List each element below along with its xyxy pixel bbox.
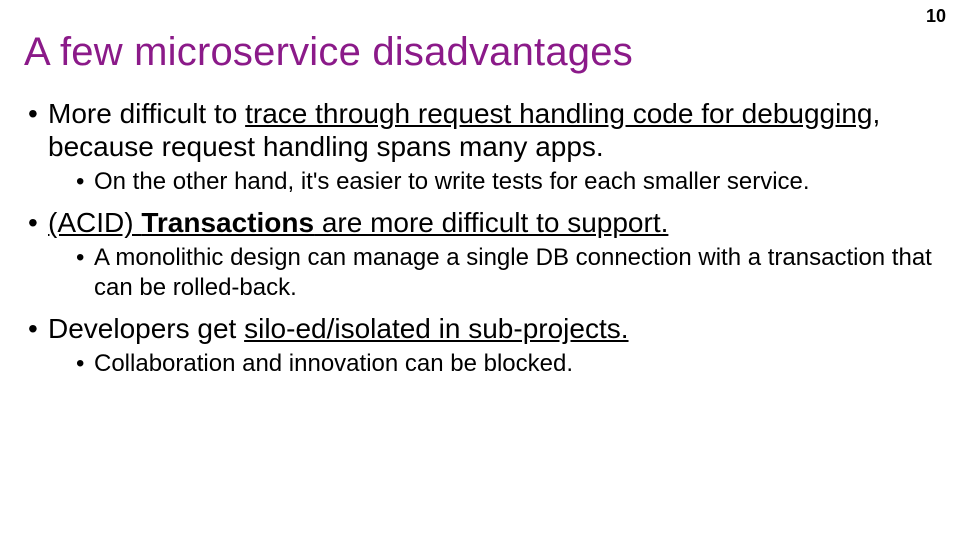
bullet-item: More difficult to trace through request … bbox=[24, 97, 936, 196]
bullet-text-pre: Developers get bbox=[48, 313, 244, 344]
sub-bullet-list: A monolithic design can manage a single … bbox=[48, 243, 936, 302]
bullet-text-underlined: trace through request handling code for … bbox=[245, 98, 872, 129]
bullet-list: More difficult to trace through request … bbox=[24, 97, 936, 378]
sub-bullet-list: On the other hand, it's easier to write … bbox=[48, 167, 936, 196]
slide: 10 A few microservice disadvantages More… bbox=[0, 0, 960, 540]
page-number: 10 bbox=[926, 6, 946, 27]
bullet-item: (ACID) Transactions are more difficult t… bbox=[24, 206, 936, 302]
bullet-text-underlined: silo-ed/isolated in sub-projects. bbox=[244, 313, 628, 344]
bullet-text-pre: (ACID) bbox=[48, 207, 141, 238]
bullet-item: Developers get silo-ed/isolated in sub-p… bbox=[24, 312, 936, 378]
bullet-text-post: are more difficult to support. bbox=[314, 207, 668, 238]
sub-bullet-item: On the other hand, it's easier to write … bbox=[48, 167, 936, 196]
sub-bullet-list: Collaboration and innovation can be bloc… bbox=[48, 349, 936, 378]
slide-title: A few microservice disadvantages bbox=[24, 30, 936, 75]
bullet-text-bold: Transactions bbox=[141, 207, 314, 238]
bullet-text-pre: More difficult to bbox=[48, 98, 245, 129]
bullet-text-underlined: (ACID) Transactions are more difficult t… bbox=[48, 207, 668, 238]
sub-bullet-item: A monolithic design can manage a single … bbox=[48, 243, 936, 302]
sub-bullet-item: Collaboration and innovation can be bloc… bbox=[48, 349, 936, 378]
